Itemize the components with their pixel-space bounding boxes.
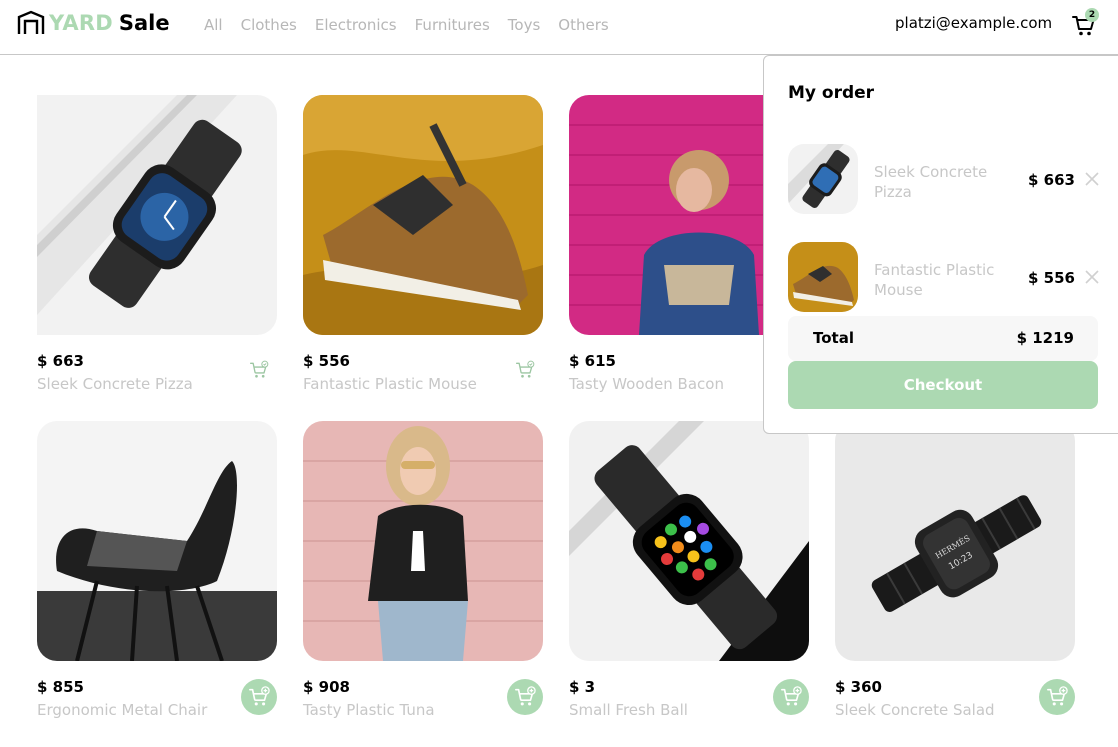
order-item-name: Sleek Concrete Pizza bbox=[874, 163, 988, 201]
nav-item-furnitures[interactable]: Furnitures bbox=[415, 16, 490, 34]
product-price: $ 3 bbox=[569, 678, 596, 696]
product-price: $ 615 bbox=[569, 352, 616, 370]
nav-item-all[interactable]: All bbox=[204, 16, 223, 34]
order-item-name: Fantastic Plastic Mouse bbox=[874, 261, 995, 299]
product-image[interactable] bbox=[37, 421, 277, 661]
product-name: Ergonomic Metal Chair bbox=[37, 701, 208, 719]
close-icon[interactable] bbox=[1084, 269, 1100, 285]
brand-logo[interactable]: YARD Sale bbox=[17, 10, 170, 36]
nav-item-others[interactable]: Others bbox=[558, 16, 608, 34]
product-name: Tasty Plastic Tuna bbox=[303, 701, 435, 719]
product-card[interactable]: $ 556 Fantastic Plastic Mouse bbox=[303, 95, 543, 405]
brand-yard-text: YARD bbox=[49, 11, 113, 35]
product-name: Fantastic Plastic Mouse bbox=[303, 375, 477, 393]
add-to-cart-button[interactable] bbox=[1039, 679, 1075, 715]
nav-item-electronics[interactable]: Electronics bbox=[315, 16, 397, 34]
order-item: Sleek Concrete Pizza $ 663 bbox=[788, 144, 1103, 214]
product-image[interactable] bbox=[569, 421, 809, 661]
add-to-cart-button[interactable] bbox=[507, 679, 543, 715]
product-card[interactable]: $ 663 Sleek Concrete Pizza bbox=[37, 95, 277, 405]
order-title: My order bbox=[788, 83, 875, 103]
product-image[interactable] bbox=[37, 95, 277, 335]
cart-plus-icon bbox=[514, 686, 536, 708]
add-to-cart-button[interactable] bbox=[773, 679, 809, 715]
product-card[interactable]: $ 908 Tasty Plastic Tuna bbox=[303, 421, 543, 731]
product-image[interactable] bbox=[303, 421, 543, 661]
order-item: Fantastic Plastic Mouse $ 556 bbox=[788, 242, 1103, 312]
total-label: Total bbox=[813, 329, 854, 347]
product-price: $ 663 bbox=[37, 352, 84, 370]
product-image[interactable]: HERMÈS 10:23 bbox=[835, 421, 1075, 661]
close-icon[interactable] bbox=[1084, 171, 1100, 187]
cart-count-badge: 2 bbox=[1085, 8, 1099, 22]
order-total: Total $ 1219 bbox=[788, 316, 1098, 361]
add-to-cart-button[interactable] bbox=[241, 679, 277, 715]
product-price: $ 556 bbox=[303, 352, 350, 370]
product-card[interactable]: HERMÈS 10:23 $ 360 Sleek Concrete Salad bbox=[835, 421, 1075, 731]
product-card[interactable]: $ 3 Small Fresh Ball bbox=[569, 421, 809, 731]
order-item-price: $ 556 bbox=[1028, 269, 1075, 287]
product-name: Sleek Concrete Pizza bbox=[37, 375, 193, 393]
my-order-panel: My order Sleek Concrete Pizza $ 663 Fant… bbox=[763, 55, 1118, 434]
cart-plus-icon bbox=[1046, 686, 1068, 708]
category-nav: All Clothes Electronics Furnitures Toys … bbox=[204, 16, 627, 34]
total-value: $ 1219 bbox=[1016, 329, 1074, 347]
product-image[interactable] bbox=[303, 95, 543, 335]
product-price: $ 360 bbox=[835, 678, 882, 696]
product-price: $ 908 bbox=[303, 678, 350, 696]
product-name: Sleek Concrete Salad bbox=[835, 701, 995, 719]
added-to-cart-button[interactable] bbox=[247, 358, 271, 382]
cart-plus-icon bbox=[248, 686, 270, 708]
product-card[interactable]: $ 855 Ergonomic Metal Chair bbox=[37, 421, 277, 731]
brand-sale-text: Sale bbox=[118, 11, 170, 35]
added-to-cart-button[interactable] bbox=[513, 358, 537, 382]
checkout-button[interactable]: Checkout bbox=[788, 361, 1098, 409]
nav-item-clothes[interactable]: Clothes bbox=[241, 16, 297, 34]
store-logo-icon bbox=[17, 10, 45, 34]
product-price: $ 855 bbox=[37, 678, 84, 696]
order-item-thumbnail bbox=[788, 144, 858, 214]
product-name: Tasty Wooden Bacon bbox=[569, 375, 724, 393]
order-item-price: $ 663 bbox=[1028, 171, 1075, 189]
product-name: Small Fresh Ball bbox=[569, 701, 688, 719]
user-email-menu[interactable]: platzi@example.com bbox=[895, 14, 1052, 32]
order-item-thumbnail bbox=[788, 242, 858, 312]
cart-plus-icon bbox=[780, 686, 802, 708]
cart-check-icon bbox=[515, 360, 535, 380]
top-navbar: YARD Sale All Clothes Electronics Furnit… bbox=[0, 0, 1118, 55]
cart-check-icon bbox=[249, 360, 269, 380]
nav-item-toys[interactable]: Toys bbox=[508, 16, 540, 34]
